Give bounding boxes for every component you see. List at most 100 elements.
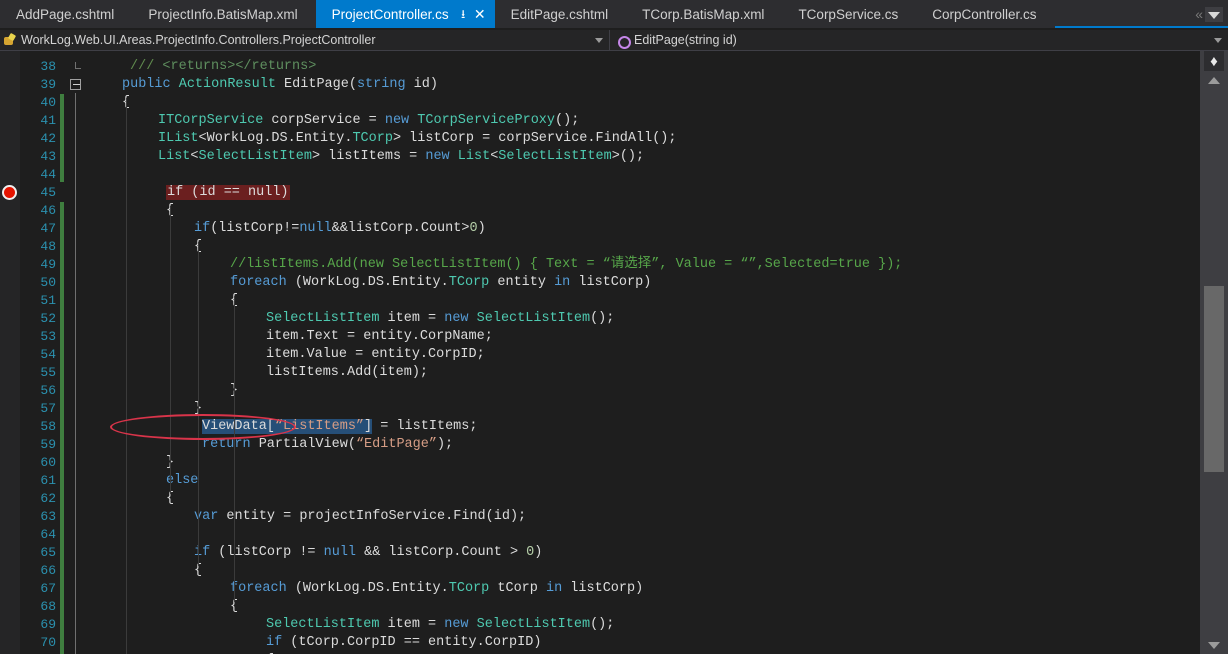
line-number: 53: [40, 328, 56, 346]
structure-guide-line: [234, 296, 235, 602]
code-line[interactable]: }: [86, 400, 202, 418]
line-number: 57: [40, 400, 56, 418]
split-view-glyph: ♦: [1210, 54, 1218, 69]
tab-overflow-controls: «: [1189, 0, 1228, 28]
line-number: 65: [40, 544, 56, 562]
code-line[interactable]: ITCorpService corpService = new TCorpSer…: [86, 112, 579, 130]
code-line[interactable]: return PartialView(“EditPage”);: [86, 436, 453, 454]
structure-guide-line: [170, 206, 171, 494]
line-number: 59: [40, 436, 56, 454]
pin-icon[interactable]: ⭳: [461, 8, 465, 20]
tab-editpage-cshtml[interactable]: EditPage.cshtml: [495, 0, 627, 28]
scroll-down-arrow-icon[interactable]: [1200, 636, 1228, 654]
line-number: 64: [40, 526, 56, 544]
chevron-down-icon[interactable]: [595, 38, 603, 43]
line-number: 48: [40, 238, 56, 256]
code-line[interactable]: [86, 166, 158, 184]
scrollbar-track[interactable]: [1200, 89, 1228, 636]
method-icon: [616, 34, 629, 47]
member-dropdown[interactable]: EditPage(string id): [610, 30, 1228, 51]
code-line[interactable]: if (listCorp != null && listCorp.Count >…: [86, 544, 542, 562]
code-line[interactable]: {: [86, 562, 202, 580]
outline-vertical-line: [75, 93, 76, 654]
document-tab-strip: AddPage.cshtml ProjectInfo.BatisMap.xml …: [0, 0, 1228, 28]
line-number-gutter: 3839404142434445464748495051525354555657…: [28, 51, 58, 654]
scrollbar-thumb[interactable]: [1204, 286, 1224, 472]
code-line[interactable]: if (tCorp.CorpID == entity.CorpID): [86, 634, 541, 652]
code-line[interactable]: foreach (WorkLog.DS.Entity.TCorp tCorp i…: [86, 580, 643, 598]
line-number: 62: [40, 490, 56, 508]
tab-projectinfo-batismap-xml[interactable]: ProjectInfo.BatisMap.xml: [132, 0, 315, 28]
line-number: 66: [40, 562, 56, 580]
chevron-down-icon[interactable]: [1214, 38, 1222, 43]
breakpoint-gutter[interactable]: [0, 51, 20, 654]
code-line[interactable]: SelectListItem item = new SelectListItem…: [86, 616, 614, 634]
chevron-double-left-icon[interactable]: «: [1195, 6, 1201, 22]
code-line[interactable]: if (id == null): [86, 184, 290, 202]
code-line[interactable]: item.Value = entity.CorpID;: [86, 346, 485, 364]
code-line[interactable]: {: [86, 238, 202, 256]
line-number: 38: [40, 58, 56, 76]
code-line[interactable]: if(listCorp!=null&&listCorp.Count>0): [86, 220, 486, 238]
tab-addpage-cshtml[interactable]: AddPage.cshtml: [0, 0, 132, 28]
type-dropdown[interactable]: WorkLog.Web.UI.Areas.ProjectInfo.Control…: [0, 30, 610, 51]
visual-studio-editor-window: AddPage.cshtml ProjectInfo.BatisMap.xml …: [0, 0, 1228, 654]
line-number: 68: [40, 598, 56, 616]
tab-tcorp-batismap-xml[interactable]: TCorp.BatisMap.xml: [626, 0, 782, 28]
split-view-icon[interactable]: ♦: [1204, 51, 1224, 71]
line-number: 41: [40, 112, 56, 130]
code-line[interactable]: //listItems.Add(new SelectListItem() { T…: [86, 256, 902, 274]
member-name-label: EditPage(string id): [634, 33, 737, 47]
code-line[interactable]: public ActionResult EditPage(string id): [86, 76, 438, 94]
structure-guide-line: [126, 98, 127, 654]
tab-label: CorpController.cs: [932, 7, 1038, 22]
code-editor-surface[interactable]: 3839404142434445464748495051525354555657…: [0, 51, 1228, 654]
tab-list-dropdown-button[interactable]: [1205, 7, 1223, 22]
code-line[interactable]: else: [86, 472, 198, 490]
line-number: 40: [40, 94, 56, 112]
code-text-area[interactable]: /// <returns></returns>public ActionResu…: [86, 51, 1200, 654]
code-line[interactable]: var entity = projectInfoService.Find(id)…: [86, 508, 526, 526]
code-line[interactable]: {: [86, 598, 238, 616]
code-line[interactable]: ViewData[“ListItems”] = listItems;: [86, 418, 477, 436]
line-number: 61: [40, 472, 56, 490]
line-number: 70: [40, 634, 56, 652]
line-number: 67: [40, 580, 56, 598]
breakpoint-icon[interactable]: [2, 185, 17, 200]
close-icon[interactable]: ✕: [474, 7, 486, 21]
line-number: 43: [40, 148, 56, 166]
structure-guide-line: [198, 242, 199, 566]
code-line[interactable]: }: [86, 382, 238, 400]
code-line[interactable]: [86, 526, 194, 544]
tab-corpcontroller-cs[interactable]: CorpController.cs: [916, 0, 1054, 28]
line-number: 47: [40, 220, 56, 238]
outlining-margin[interactable]: [64, 51, 86, 654]
code-line[interactable]: IList<WorkLog.DS.Entity.TCorp> listCorp …: [86, 130, 677, 148]
code-line[interactable]: {: [86, 292, 238, 310]
code-line[interactable]: /// <returns></returns>: [86, 58, 316, 76]
scroll-up-arrow-icon[interactable]: [1200, 71, 1228, 89]
code-line[interactable]: {: [86, 94, 130, 112]
collapse-minus-icon[interactable]: [70, 79, 81, 90]
line-number: 63: [40, 508, 56, 526]
type-name-label: WorkLog.Web.UI.Areas.ProjectInfo.Control…: [21, 33, 376, 47]
line-number: 46: [40, 202, 56, 220]
tab-label: TCorpService.cs: [798, 7, 900, 22]
code-line[interactable]: List<SelectListItem> listItems = new Lis…: [86, 148, 644, 166]
line-number: 39: [40, 76, 56, 94]
code-line[interactable]: item.Text = entity.CorpName;: [86, 328, 493, 346]
code-line[interactable]: {: [86, 490, 174, 508]
tab-label: ProjectController.cs: [332, 7, 451, 22]
code-line[interactable]: SelectListItem item = new SelectListItem…: [86, 310, 614, 328]
code-line[interactable]: }: [86, 454, 174, 472]
line-number: 51: [40, 292, 56, 310]
tab-projectcontroller-cs[interactable]: ProjectController.cs ⭳ ✕: [316, 0, 495, 28]
tab-label: TCorp.BatisMap.xml: [642, 7, 766, 22]
code-line[interactable]: {: [86, 202, 174, 220]
line-number: 54: [40, 346, 56, 364]
code-line[interactable]: listItems.Add(item);: [86, 364, 428, 382]
line-number: 52: [40, 310, 56, 328]
line-number: 56: [40, 382, 56, 400]
vertical-scrollbar[interactable]: ♦: [1200, 51, 1228, 654]
tab-tcorpservice-cs[interactable]: TCorpService.cs: [782, 0, 916, 28]
